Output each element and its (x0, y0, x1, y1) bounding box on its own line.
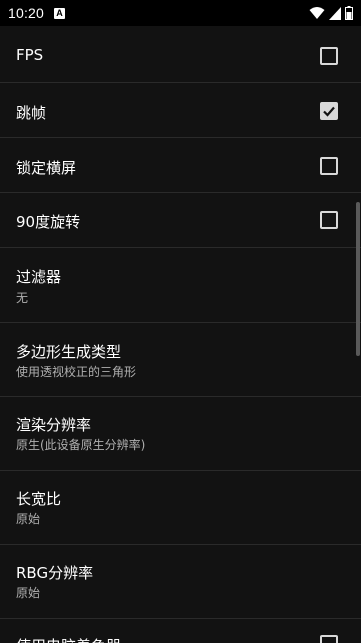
setting-title: 90度旋转 (16, 213, 81, 231)
setting-subtitle: 原生(此设备原生分辨率) (16, 438, 146, 452)
status-bar: 10:20 A (0, 0, 361, 26)
setting-title: 使用电脑着色器 (16, 635, 121, 643)
setting-subtitle: 原始 (16, 512, 41, 526)
notification-icon: A (54, 7, 66, 19)
setting-title: 长宽比 (16, 490, 62, 508)
setting-title: 过滤器 (16, 268, 62, 286)
setting-row-polygon-type[interactable]: 多边形生成类型 使用透视校正的三角形 (0, 323, 361, 397)
scrollbar[interactable] (356, 202, 360, 356)
setting-subtitle: 无 (16, 291, 29, 305)
setting-subtitle: 使用透视校正的三角形 (16, 365, 137, 379)
setting-row-lock-landscape[interactable]: 锁定横屏 (0, 138, 361, 193)
rotate-90-checkbox[interactable] (320, 211, 338, 229)
setting-title: FPS (16, 46, 44, 64)
frame-skip-checkbox[interactable] (320, 102, 338, 120)
cellular-signal-icon (329, 6, 341, 20)
setting-title: 跳帧 (16, 104, 47, 122)
status-time: 10:20 (8, 5, 45, 21)
checkmark-icon (323, 106, 335, 117)
lock-landscape-checkbox[interactable] (320, 157, 338, 175)
setting-title: 多边形生成类型 (16, 343, 122, 361)
wifi-icon (309, 6, 325, 20)
setting-row-fps[interactable]: FPS (0, 26, 361, 83)
fps-checkbox[interactable] (320, 47, 338, 65)
setting-title: RBG分辨率 (16, 564, 94, 582)
setting-row-rbg-resolution[interactable]: RBG分辨率 原始 (0, 545, 361, 619)
battery-icon (345, 6, 353, 20)
settings-list[interactable]: FPS 跳帧 锁定横屏 90度旋转 过滤器 无 多边形生成类型 使用透视校正的三… (0, 26, 361, 643)
setting-row-rotate-90[interactable]: 90度旋转 (0, 193, 361, 248)
setting-row-frame-skip[interactable]: 跳帧 (0, 83, 361, 138)
compute-shader-checkbox[interactable] (320, 635, 338, 643)
setting-subtitle: 原始 (16, 586, 41, 600)
setting-title: 锁定横屏 (16, 159, 77, 177)
setting-row-filter[interactable]: 过滤器 无 (0, 248, 361, 323)
status-icons (309, 6, 353, 20)
setting-row-compute-shader[interactable]: 使用电脑着色器 (0, 619, 361, 643)
setting-row-render-resolution[interactable]: 渲染分辨率 原生(此设备原生分辨率) (0, 397, 361, 471)
setting-row-aspect-ratio[interactable]: 长宽比 原始 (0, 471, 361, 545)
setting-title: 渲染分辨率 (16, 416, 92, 434)
